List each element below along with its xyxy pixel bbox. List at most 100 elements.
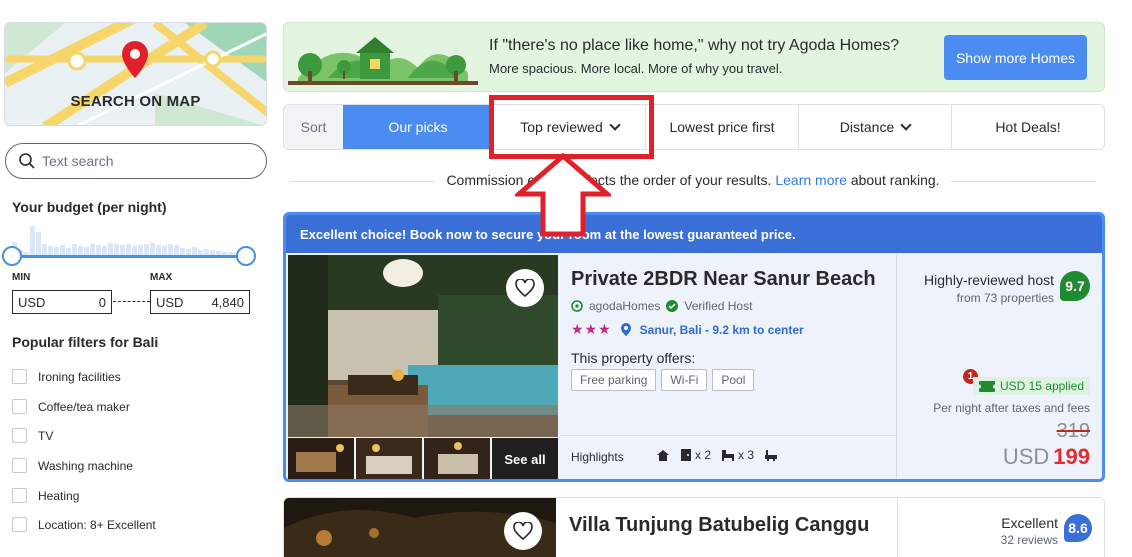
filter-tv[interactable]: TV <box>12 428 53 443</box>
annotation-up-arrow-icon <box>515 152 611 237</box>
bedrooms-count: x 2 <box>695 448 712 462</box>
filter-ironing[interactable]: Ironing facilities <box>12 369 121 384</box>
budget-min-handle[interactable] <box>2 246 22 266</box>
text-search-input[interactable] <box>42 153 242 169</box>
current-price: USD 199 <box>1003 444 1090 470</box>
price-range-separator <box>113 301 150 302</box>
chevron-down-icon <box>609 119 621 131</box>
filter-heating[interactable]: Heating <box>12 488 79 503</box>
highlights-label: Highlights <box>571 450 624 464</box>
see-all-photos-button[interactable]: See all <box>492 438 558 479</box>
location-link[interactable]: Sanur, Bali - 9.2 km to center <box>640 323 804 337</box>
filter-label: Washing machine <box>38 458 133 473</box>
max-price-field[interactable]: USD 4,840 <box>150 290 250 314</box>
min-value: 0 <box>98 294 106 310</box>
search-on-map-button[interactable]: SEARCH ON MAP <box>4 22 267 126</box>
property-card[interactable]: Excellent choice! Book now to secure you… <box>283 212 1105 482</box>
filter-washing-machine[interactable]: Washing machine <box>12 458 133 473</box>
checkbox[interactable] <box>12 369 27 384</box>
coupon-icon <box>978 380 995 392</box>
verified-label: Verified Host <box>684 299 753 313</box>
review-score-badge: 9.7 <box>1060 271 1090 301</box>
verified-check-icon <box>666 300 679 312</box>
map-illustration <box>5 23 266 125</box>
sort-option-label: Our picks <box>388 119 448 135</box>
thumbnail[interactable] <box>424 438 490 479</box>
map-label: SEARCH ON MAP <box>70 93 201 110</box>
offer-chip: Free parking <box>571 369 657 391</box>
sort-lowest-price[interactable]: Lowest price first <box>645 105 798 149</box>
filter-label: TV <box>38 428 54 443</box>
star-rating: ★★★ <box>571 321 612 337</box>
bed-icon <box>722 450 735 461</box>
sort-our-picks[interactable]: Our picks <box>343 105 493 149</box>
property-card[interactable]: Villa Tunjung Batubelig Canggu Excellent… <box>283 497 1105 557</box>
offers-list: Free parking Wi-Fi Pool <box>571 369 755 391</box>
beds-count: x 3 <box>738 448 755 462</box>
budget-max-handle[interactable] <box>236 246 256 266</box>
checkbox[interactable] <box>12 428 27 443</box>
checkbox[interactable] <box>12 488 27 503</box>
property-name[interactable]: Private 2BDR Near Sanur Beach <box>571 268 876 291</box>
card-banner: Excellent choice! Book now to secure you… <box>286 215 1102 253</box>
text-search-box[interactable] <box>5 143 267 179</box>
checkbox[interactable] <box>12 458 27 473</box>
thumbnail[interactable] <box>356 438 422 479</box>
offer-chip: Wi-Fi <box>661 369 708 391</box>
divider <box>897 498 898 557</box>
budget-slider-track[interactable] <box>12 255 247 258</box>
filter-label: Ironing facilities <box>38 369 121 384</box>
budget-histogram <box>12 222 247 256</box>
learn-more-link[interactable]: Learn more <box>775 172 847 188</box>
property-name[interactable]: Villa Tunjung Batubelig Canggu <box>569 514 869 537</box>
filter-coffee-tea[interactable]: Coffee/tea maker <box>12 399 130 414</box>
sort-option-label: Hot Deals! <box>995 119 1061 135</box>
homes-illustration-icon <box>288 37 478 85</box>
price-currency: USD <box>1002 444 1050 469</box>
sort-top-reviewed[interactable]: Top reviewed <box>493 105 645 149</box>
door-icon <box>681 449 691 461</box>
heart-icon <box>513 522 533 540</box>
sort-distance[interactable]: Distance <box>798 105 951 149</box>
bathtub-icon <box>765 450 778 461</box>
coupon-applied: USD 15 applied <box>972 377 1090 395</box>
brand-label: agodaHomes <box>589 299 661 313</box>
sort-option-label: Distance <box>839 119 895 135</box>
offer-chip: Pool <box>712 369 755 391</box>
sort-hot-deals[interactable]: Hot Deals! <box>951 105 1104 149</box>
thumbnail[interactable] <box>288 438 354 479</box>
heart-icon <box>515 279 535 297</box>
sort-option-label: Top reviewed <box>520 119 603 135</box>
commission-text-after: about ranking. <box>850 172 940 188</box>
filter-label: Location: 8+ Excellent <box>38 517 156 532</box>
divider <box>560 435 896 436</box>
agoda-homes-icon <box>571 300 583 312</box>
host-subtitle: from 73 properties <box>956 291 1054 305</box>
agoda-homes-banner: If "there's no place like home," why not… <box>283 22 1105 92</box>
sort-label: Sort <box>284 105 343 149</box>
min-price-field[interactable]: USD 0 <box>12 290 112 314</box>
checkbox[interactable] <box>12 517 27 532</box>
coupon-label: USD 15 applied <box>999 379 1084 393</box>
price-amount: 199 <box>1053 444 1090 469</box>
offers-title: This property offers: <box>571 350 696 366</box>
property-location-meta: ★★★ Sanur, Bali - 9.2 km to center <box>571 321 804 338</box>
max-value: 4,840 <box>211 294 244 310</box>
filter-location-excellent[interactable]: Location: 8+ Excellent <box>12 517 156 532</box>
favorite-button[interactable] <box>504 512 542 550</box>
banner-subtitle: More spacious. More local. More of why y… <box>489 61 783 76</box>
show-more-homes-button[interactable]: Show more Homes <box>944 35 1087 80</box>
property-host-meta: agodaHomes Verified Host <box>571 299 752 313</box>
page: SEARCH ON MAP Your budget (per night) MI… <box>0 0 1132 557</box>
search-icon <box>19 153 35 169</box>
house-icon <box>657 449 669 461</box>
photo-thumbnails: See all <box>288 438 558 479</box>
favorite-button[interactable] <box>506 269 544 307</box>
filter-label: Heating <box>38 488 80 503</box>
min-label: MIN <box>12 272 31 283</box>
review-count: 32 reviews <box>1000 533 1058 547</box>
original-price: 319 <box>1056 420 1090 442</box>
amenity-icons: x 2 x 3 <box>656 448 778 462</box>
checkbox[interactable] <box>12 399 27 414</box>
budget-title: Your budget (per night) <box>12 199 167 215</box>
